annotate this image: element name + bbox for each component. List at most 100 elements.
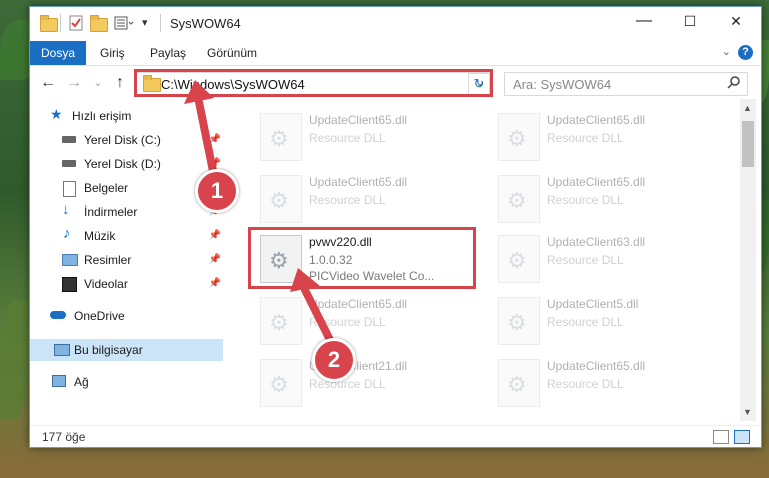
file-item[interactable]: ⚙ UpdateClient65.dll Resource DLL (490, 169, 712, 227)
dll-file-icon: ⚙ (260, 113, 302, 161)
file-item[interactable]: ⚙ UpdateClient63.dll Resource DLL (490, 229, 712, 287)
sidebar-item-label: Müzik (84, 229, 116, 243)
file-item[interactable]: ⚙ UpdateClient5.dll Resource DLL (490, 291, 712, 349)
forward-button[interactable]: → (64, 72, 84, 94)
sidebar-item-label: Resimler (84, 253, 132, 267)
file-name: UpdateClient65.dll (547, 175, 646, 189)
new-folder-icon[interactable] (90, 15, 108, 32)
tab-share[interactable]: Paylaş (150, 41, 186, 65)
pin-icon: 📌 (208, 278, 221, 289)
title-bar: ▾ SysWOW64 — ☐ ✕ (30, 7, 761, 39)
window-title: SysWOW64 (170, 16, 241, 31)
ribbon-collapse-icon[interactable]: ⌄ (722, 45, 731, 58)
drive-icon (62, 136, 76, 143)
file-type: Resource DLL (309, 315, 386, 329)
sidebar-item-music[interactable]: ♪ Müzik 📌 (30, 225, 223, 247)
dll-file-icon: ⚙ (498, 113, 540, 161)
pictures-icon (62, 254, 78, 266)
sidebar-item-documents[interactable]: Belgeler 📌 (30, 177, 223, 199)
file-type: Resource DLL (309, 131, 386, 145)
vertical-scrollbar[interactable]: ▲ ▼ (740, 99, 756, 421)
file-highlight-box (248, 227, 476, 289)
file-name: UpdateClient5.dll (547, 297, 639, 311)
file-item[interactable]: ⚙ UpdateClient65.dll Resource DLL (252, 107, 474, 165)
sidebar-item-downloads[interactable]: ↓ İndirmeler 📌 (30, 201, 223, 223)
file-name: UpdateClient65.dll (309, 113, 408, 127)
file-item[interactable]: ⚙ UpdateClient65.dll Resource DLL (252, 291, 474, 349)
minimize-button[interactable]: — (621, 7, 667, 37)
videos-icon (62, 277, 77, 292)
maximize-button[interactable]: ☐ (667, 7, 713, 37)
sidebar-item-onedrive[interactable]: OneDrive (30, 305, 223, 327)
cloud-icon (50, 311, 66, 319)
dll-file-icon: ⚙ (498, 297, 540, 345)
search-placeholder: Ara: SysWOW64 (513, 77, 612, 92)
quick-access-dropdown-icon[interactable]: ▾ (142, 15, 158, 31)
file-name: UpdateClient65.dll (309, 297, 408, 311)
file-item[interactable]: ⚙ UpdateClient65.dll Resource DLL (490, 107, 712, 165)
pin-icon: 📌 (208, 134, 221, 145)
sidebar-item-label: Belgeler (84, 181, 129, 195)
sidebar-item-quick-access[interactable]: ★ Hızlı erişim (30, 105, 223, 127)
tab-file[interactable]: Dosya (30, 41, 86, 65)
recent-locations-button[interactable]: ⌄ (88, 72, 108, 94)
pin-icon: 📌 (208, 254, 221, 265)
file-name: UpdateClient65.dll (309, 175, 408, 189)
sidebar-item-label: Yerel Disk (C:) (84, 133, 161, 147)
sidebar-item-videos[interactable]: Videolar 📌 (30, 273, 223, 295)
details-view-icon[interactable] (713, 430, 729, 444)
computer-icon (54, 344, 70, 356)
sidebar-item-label: Hızlı erişim (72, 109, 132, 123)
search-icon (727, 75, 741, 92)
sidebar-item-label: Yerel Disk (D:) (84, 157, 161, 171)
step-2-badge: 2 (312, 338, 356, 382)
tab-home[interactable]: Giriş (100, 41, 125, 65)
properties-icon[interactable] (68, 15, 84, 31)
downloads-icon: ↓ (62, 201, 70, 218)
sidebar-item-label: OneDrive (74, 309, 125, 323)
file-name: UpdateClient65.dll (547, 113, 646, 127)
file-name: UpdateClient63.dll (547, 235, 646, 249)
dll-file-icon: ⚙ (260, 359, 302, 407)
dll-file-icon: ⚙ (498, 235, 540, 283)
file-type: Resource DLL (547, 131, 624, 145)
help-icon[interactable]: ? (738, 45, 753, 60)
file-type: Resource DLL (309, 377, 386, 391)
status-bar: 177 öğe (30, 425, 761, 448)
navigation-pane: ★ Hızlı erişim Yerel Disk (C:) 📌 Yerel D… (30, 105, 223, 423)
customize-icon[interactable] (114, 15, 134, 31)
pin-icon: 📌 (208, 230, 221, 241)
scrollbar-thumb[interactable] (742, 121, 754, 167)
search-box[interactable]: Ara: SysWOW64 (504, 72, 748, 96)
file-type: Resource DLL (547, 193, 624, 207)
file-type: Resource DLL (547, 315, 624, 329)
sidebar-item-this-pc[interactable]: Bu bilgisayar (30, 339, 223, 361)
address-highlight-box (134, 69, 493, 97)
back-button[interactable]: ← (38, 72, 58, 94)
dll-file-icon: ⚙ (260, 175, 302, 223)
folder-icon (40, 15, 58, 32)
desktop-leaf (0, 300, 28, 420)
sidebar-item-local-disk-c[interactable]: Yerel Disk (C:) 📌 (30, 129, 223, 151)
scroll-down-icon[interactable]: ▼ (743, 407, 752, 417)
large-icons-view-icon[interactable] (734, 430, 750, 444)
star-icon: ★ (50, 106, 63, 122)
tab-view[interactable]: Görünüm (207, 41, 257, 65)
sidebar-item-label: Bu bilgisayar (74, 343, 143, 357)
documents-icon (63, 181, 76, 197)
sidebar-item-network[interactable]: Ağ (30, 371, 223, 393)
dll-file-icon: ⚙ (498, 359, 540, 407)
file-item[interactable]: ⚙ UpdateClient65.dll Resource DLL (490, 353, 712, 411)
file-item[interactable]: ⚙ UpdateClient21.dll Resource DLL (252, 353, 474, 411)
scroll-up-icon[interactable]: ▲ (743, 103, 752, 113)
sidebar-item-label: Ağ (74, 375, 89, 389)
file-item[interactable]: ⚙ UpdateClient65.dll Resource DLL (252, 169, 474, 227)
up-button[interactable]: ↑ (110, 72, 130, 94)
explorer-window: ▾ SysWOW64 — ☐ ✕ Dosya Giriş Paylaş Görü… (29, 6, 762, 448)
sidebar-item-local-disk-d[interactable]: Yerel Disk (D:) 📌 (30, 153, 223, 175)
close-button[interactable]: ✕ (713, 7, 759, 37)
drive-icon (62, 160, 76, 167)
sidebar-item-pictures[interactable]: Resimler 📌 (30, 249, 223, 271)
music-icon: ♪ (63, 225, 71, 242)
file-type: Resource DLL (547, 377, 624, 391)
